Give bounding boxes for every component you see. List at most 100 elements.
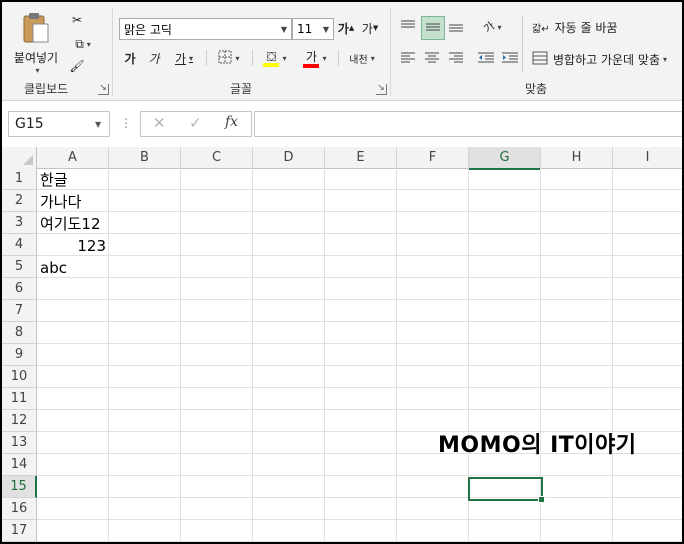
grow-font-button[interactable]: 가 ▲ bbox=[336, 18, 356, 38]
column-header-H[interactable]: H bbox=[541, 147, 613, 169]
align-bottom-button[interactable] bbox=[446, 16, 466, 38]
row-gridline bbox=[37, 233, 682, 234]
separator bbox=[252, 50, 253, 66]
underline-label: 가 bbox=[174, 51, 187, 66]
font-color-label: 가 bbox=[305, 50, 317, 64]
cell-A4[interactable]: 123 bbox=[40, 235, 106, 257]
copy-icon: ⧉ bbox=[75, 36, 84, 51]
cell-A2[interactable]: 가나다 bbox=[40, 191, 81, 213]
bold-button[interactable]: 가 bbox=[120, 48, 140, 68]
column-header-D[interactable]: D bbox=[253, 147, 325, 169]
row-header-9[interactable]: 9 bbox=[2, 344, 37, 366]
chevron-down-icon: ▾ bbox=[189, 53, 194, 63]
column-gridline bbox=[612, 168, 613, 542]
increase-indent-button[interactable] bbox=[500, 48, 520, 70]
clipboard-dialog-launcher-icon[interactable]: ↘ bbox=[98, 84, 109, 95]
separator bbox=[338, 50, 339, 66]
wrap-text-label: 자동 줄 바꿈 bbox=[554, 20, 618, 35]
cell-A3[interactable]: 여기도12 bbox=[40, 213, 101, 235]
row-header-7[interactable]: 7 bbox=[2, 300, 37, 322]
row-header-4[interactable]: 4 bbox=[2, 234, 37, 256]
row-gridline bbox=[37, 321, 682, 322]
chevron-down-icon: ▾ bbox=[35, 65, 40, 75]
font-dialog-launcher-icon[interactable]: ↘ bbox=[376, 84, 387, 95]
row-header-8[interactable]: 8 bbox=[2, 322, 37, 344]
cancel-icon[interactable]: ✕ bbox=[153, 114, 166, 132]
row-header-5[interactable]: 5 bbox=[2, 256, 37, 278]
align-top-button[interactable] bbox=[398, 16, 418, 38]
row-header-15[interactable]: 15 bbox=[2, 476, 37, 498]
row-header-11[interactable]: 11 bbox=[2, 388, 37, 410]
fill-handle[interactable] bbox=[538, 496, 545, 503]
chevron-down-icon: ▼ bbox=[280, 24, 288, 34]
row-gridline bbox=[37, 519, 682, 520]
row-header-14[interactable]: 14 bbox=[2, 454, 37, 476]
orientation-button[interactable]: 가 ▾ bbox=[476, 16, 510, 38]
select-all-button[interactable] bbox=[2, 147, 37, 169]
row-gridline bbox=[37, 475, 682, 476]
row-header-3[interactable]: 3 bbox=[2, 212, 37, 234]
highlight-color-bar bbox=[263, 62, 280, 67]
name-box[interactable]: G15 ▼ bbox=[8, 111, 110, 137]
copy-button[interactable]: ⧉ ▾ bbox=[66, 34, 100, 54]
font-size-select[interactable]: 11 ▼ bbox=[292, 18, 334, 40]
cut-button[interactable]: ✂ bbox=[66, 10, 88, 30]
column-header-B[interactable]: B bbox=[109, 147, 181, 169]
row-header-12[interactable]: 12 bbox=[2, 410, 37, 432]
wrap-text-button[interactable]: 갋↵ 자동 줄 바꿈 bbox=[532, 16, 624, 38]
column-header-C[interactable]: C bbox=[181, 147, 253, 169]
row-header-16[interactable]: 16 bbox=[2, 498, 37, 520]
row-header-10[interactable]: 10 bbox=[2, 366, 37, 388]
decrease-indent-button[interactable] bbox=[476, 48, 496, 70]
align-left-icon bbox=[401, 52, 415, 67]
align-center-button[interactable] bbox=[422, 48, 442, 70]
scissors-icon: ✂ bbox=[71, 13, 83, 27]
row-gridline bbox=[37, 365, 682, 366]
more-options-icon[interactable]: ⋮ bbox=[120, 116, 132, 130]
separator bbox=[206, 50, 207, 66]
merge-cells-icon bbox=[532, 51, 548, 68]
column-header-E[interactable]: E bbox=[325, 147, 397, 169]
row-header-6[interactable]: 6 bbox=[2, 278, 37, 300]
column-header-A[interactable]: A bbox=[37, 147, 109, 169]
enter-check-icon[interactable]: ✓ bbox=[189, 114, 202, 132]
wrap-text-icon: 갋↵ bbox=[532, 23, 550, 35]
row-header-2[interactable]: 2 bbox=[2, 190, 37, 212]
column-header-F[interactable]: F bbox=[397, 147, 469, 169]
row-gridline bbox=[37, 387, 682, 388]
font-color-button[interactable]: 가 ▾ bbox=[298, 46, 332, 70]
align-middle-button[interactable] bbox=[421, 16, 445, 40]
align-left-button[interactable] bbox=[398, 48, 418, 70]
fill-color-button[interactable]: ⛋ ▾ bbox=[258, 46, 292, 70]
row-header-17[interactable]: 17 bbox=[2, 520, 37, 542]
align-right-button[interactable] bbox=[446, 48, 466, 70]
font-size-value: 11 bbox=[297, 22, 313, 36]
name-box-value: G15 bbox=[15, 116, 44, 132]
cell-A1[interactable]: 한글 bbox=[40, 169, 68, 191]
column-gridline bbox=[324, 168, 325, 542]
formula-bar: G15 ▼ ⋮ ✕ ✓ fx bbox=[2, 107, 682, 137]
italic-button[interactable]: 가 bbox=[144, 48, 164, 68]
formula-input[interactable] bbox=[254, 111, 682, 137]
column-header-G[interactable]: G bbox=[469, 147, 541, 170]
shrink-font-button[interactable]: 가 ▼ bbox=[360, 18, 380, 38]
ribbon-home: 붙여넣기 ▾ ✂ ⧉ ▾ 🖌 클립보드 ↘ 맑은 고딕 ▼ 11 ▼ 가 ▲ 가 ▼ bbox=[2, 2, 682, 101]
underline-button[interactable]: 가 ▾ bbox=[168, 48, 200, 68]
row-header-13[interactable]: 13 bbox=[2, 432, 37, 454]
format-painter-button[interactable]: 🖌 bbox=[66, 56, 88, 76]
cell-A5[interactable]: abc bbox=[40, 257, 67, 279]
active-cell-G15[interactable] bbox=[468, 477, 543, 501]
formula-buttons: ✕ ✓ fx bbox=[140, 111, 252, 137]
phonetic-label: 내천 bbox=[349, 54, 368, 66]
border-grid-icon bbox=[218, 50, 232, 67]
font-name-select[interactable]: 맑은 고딕 ▼ bbox=[119, 18, 292, 40]
bold-label: 가 bbox=[124, 51, 136, 66]
row-header-1[interactable]: 1 bbox=[2, 168, 37, 190]
paste-button[interactable]: 붙여넣기 ▾ bbox=[8, 10, 64, 76]
phonetic-guide-button[interactable]: 내천 ▾ bbox=[344, 46, 380, 70]
column-header-I[interactable]: I bbox=[613, 147, 682, 169]
merge-center-button[interactable]: 병합하고 가운데 맞춤 ▾ bbox=[532, 48, 682, 70]
insert-function-icon[interactable]: fx bbox=[225, 114, 238, 130]
column-gridline bbox=[180, 168, 181, 542]
borders-button[interactable]: ▾ bbox=[212, 48, 246, 68]
